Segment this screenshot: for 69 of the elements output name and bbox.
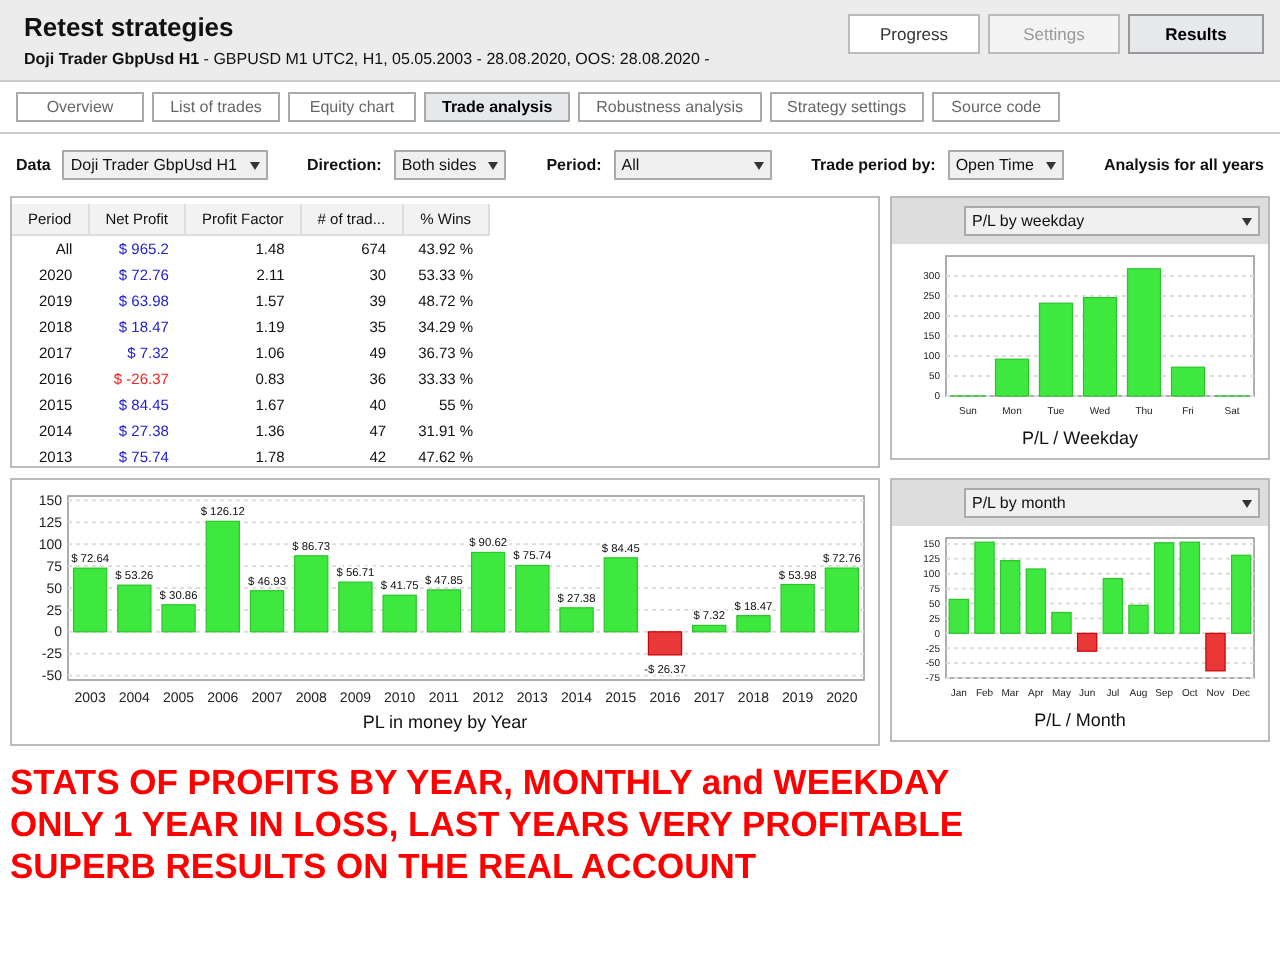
bar: [646, 631, 682, 656]
bar: [160, 604, 195, 633]
tab[interactable]: List of trades: [152, 92, 280, 122]
bar: [735, 615, 770, 633]
filter-label: Period:: [546, 156, 602, 174]
bar: [1025, 568, 1047, 634]
bar: [948, 598, 970, 634]
filter-dropdown[interactable]: Both sides: [393, 150, 507, 180]
filter-label: Direction:: [307, 156, 382, 174]
analysis-note: Analysis for all years: [1103, 156, 1264, 174]
chart-dropdown[interactable]: P/L by weekday: [964, 206, 1260, 236]
header-button[interactable]: Results: [1128, 14, 1264, 54]
window-title: Retest strategies: [24, 12, 236, 42]
bar: [248, 590, 284, 633]
bar: [425, 589, 461, 633]
bar: [1076, 632, 1098, 652]
filter-dropdown[interactable]: Doji Trader GbpUsd H1: [62, 150, 267, 180]
bar: [116, 584, 151, 633]
bar: [1038, 302, 1074, 397]
bar: [1126, 268, 1162, 397]
bar: [994, 358, 1030, 397]
bar: [1205, 632, 1226, 672]
tab[interactable]: Equity chart: [288, 92, 416, 122]
caret-icon: [1242, 499, 1252, 507]
promo-text: STATS OF PROFITS BY YEAR, MONTHLY and WEEKDAY: [10, 762, 952, 804]
bar: [1051, 611, 1072, 634]
bar: [337, 581, 372, 633]
tab[interactable]: Source code: [932, 92, 1061, 122]
bar: [1153, 542, 1175, 634]
bar: [691, 624, 726, 633]
bar: [71, 567, 107, 633]
strategy-subtitle: Doji Trader GbpUsd H1 - GBPUSD M1 UTC2, H1, 05.05.2003 - 28.08.2020, OOS: 28.08.2020 -: [24, 50, 710, 68]
tab[interactable]: Trade analysis: [424, 92, 571, 122]
promo-text: ONLY 1 YEAR IN LOSS, LAST YEARS VERY PROFITABLE: [10, 804, 965, 846]
caret-icon: [249, 161, 259, 169]
bar: [381, 594, 416, 633]
caret-icon: [1242, 217, 1252, 225]
caret-icon: [488, 161, 499, 169]
bar: [602, 557, 637, 633]
tab[interactable]: Strategy settings: [769, 92, 925, 122]
bar: [1128, 604, 1149, 634]
bar: [558, 607, 593, 633]
filter-label: Trade period by:: [811, 156, 936, 174]
chart-title: P/L / Month: [1034, 710, 1126, 730]
promo-text: SUPERB RESULTS ON THE REAL ACCOUNT: [10, 846, 759, 888]
bar: [514, 564, 549, 633]
tab[interactable]: Robustness analysis: [578, 92, 762, 122]
bar: [823, 567, 859, 633]
filter-dropdown[interactable]: Open Time: [947, 150, 1064, 180]
bar: [469, 551, 505, 633]
filter-dropdown[interactable]: All: [613, 150, 772, 180]
bar: [1082, 297, 1118, 397]
bar: [293, 555, 328, 633]
chart-dropdown[interactable]: P/L by month: [964, 488, 1260, 518]
caret-icon: [1045, 161, 1056, 169]
bar: [999, 560, 1021, 634]
bar: [1230, 554, 1252, 634]
tab[interactable]: Overview: [16, 92, 144, 122]
bar: [204, 520, 239, 633]
filter-label: Data: [16, 156, 51, 174]
caret-icon: [753, 161, 764, 169]
bar: [1179, 541, 1201, 634]
bar: [1102, 577, 1124, 634]
bar: [974, 541, 995, 634]
header-button[interactable]: Progress: [848, 14, 980, 54]
bar: [779, 583, 814, 633]
chart-title: PL in money by Year: [362, 712, 528, 732]
chart-title: P/L / Weekday: [1021, 428, 1139, 448]
bar: [1170, 366, 1206, 397]
